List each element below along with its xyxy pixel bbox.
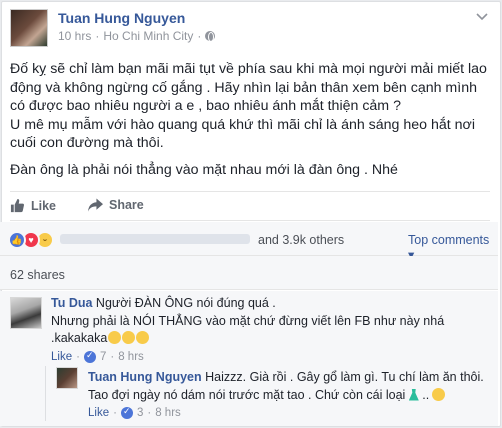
like-label: Like [31, 198, 57, 213]
shares-row: 62 shares [0, 256, 498, 290]
reply-text-1: Haizzz. Già rồi . Gây gổ làm gì. Tu chí … [205, 370, 484, 384]
author-avatar[interactable] [10, 9, 48, 47]
dress-icon [408, 388, 419, 401]
post-text: Đố kỵ sẽ chỉ làm bạn mãi mãi tụt về phía… [10, 60, 495, 180]
reactor-names-blurred[interactable] [60, 234, 250, 244]
reply-meta: Like · 3 · 8 hrs [88, 406, 181, 419]
reply-like-count[interactable]: 3 [137, 407, 143, 419]
comment-like-link[interactable]: Like [51, 351, 72, 363]
post-time[interactable]: 10 hrs [58, 29, 91, 43]
share-label: Share [109, 198, 144, 212]
like-reaction-icon[interactable]: 👍 [8, 231, 26, 249]
chevron-down-icon[interactable] [476, 12, 488, 21]
meta-separator-2: · [197, 29, 202, 43]
comment-text-2: Nhưng phải là NÓI THẲNG vào mặt chứ đừng… [51, 313, 445, 328]
like-button[interactable]: Like [10, 198, 56, 213]
share-button[interactable]: Share [88, 198, 144, 212]
globe-icon [205, 31, 216, 42]
commenter-name[interactable]: Tu Dua [51, 296, 92, 310]
haha-emoji-icon [122, 331, 136, 344]
post-paragraph-3: Đàn ông là phải nói thẳng vào mặt nhau m… [10, 161, 398, 178]
like-count-icon [120, 406, 133, 419]
reaction-count[interactable]: and 3.9k others [258, 233, 344, 247]
like-count-icon [83, 350, 96, 363]
share-icon [88, 198, 103, 212]
comment-text-3: .kakakaka [51, 331, 108, 345]
comment: Tu Dua Người ĐÀN ÔNG nói đúng quá . Nhưn… [51, 295, 491, 348]
wink-emoji-icon [432, 387, 446, 401]
reactions-row: 👍 ♥ ᵕ and 3.9k others Top comments ▾ [0, 222, 498, 262]
post-meta: 10 hrs · Ho Chi Minh City · [58, 29, 216, 43]
post-paragraph-2: U mê mụ mẫm với hào quang quá khứ thì mã… [10, 116, 479, 152]
commenter-avatar[interactable] [10, 297, 42, 329]
post-paragraph-1: Đố kỵ sẽ chỉ làm bạn mãi mãi tụt về phía… [10, 61, 491, 115]
comment-meta: Like · 7 · 8 hrs [51, 350, 144, 363]
reply-time[interactable]: 8 hrs [155, 407, 181, 419]
reply-text-2: Tao đợi ngày nó dám nói trước mặt tao . … [88, 387, 406, 402]
post-author-name[interactable]: Tuan Hung Nguyen [58, 10, 185, 26]
shares-count[interactable]: 62 shares [10, 268, 65, 282]
haha-emoji-icon [136, 331, 150, 344]
meta-separator: · [95, 29, 100, 43]
reply-thread-line [45, 366, 46, 421]
reply-avatar[interactable] [56, 367, 78, 389]
post-location[interactable]: Ho Chi Minh City [103, 29, 193, 43]
reply-like-link[interactable]: Like [88, 407, 109, 419]
comment-text-1: Người ĐÀN ÔNG nói đúng quá . [95, 296, 276, 310]
comment-time[interactable]: 8 hrs [118, 351, 144, 363]
like-icon [10, 198, 25, 213]
action-bar: Like Share [10, 191, 490, 221]
comment-like-count[interactable]: 7 [100, 351, 106, 363]
reply-comment: Tuan Hung Nguyen Haizzz. Già rồi . Gây g… [88, 370, 484, 402]
reply-author-name[interactable]: Tuan Hung Nguyen [88, 370, 202, 384]
haha-emoji-icon [108, 331, 122, 344]
